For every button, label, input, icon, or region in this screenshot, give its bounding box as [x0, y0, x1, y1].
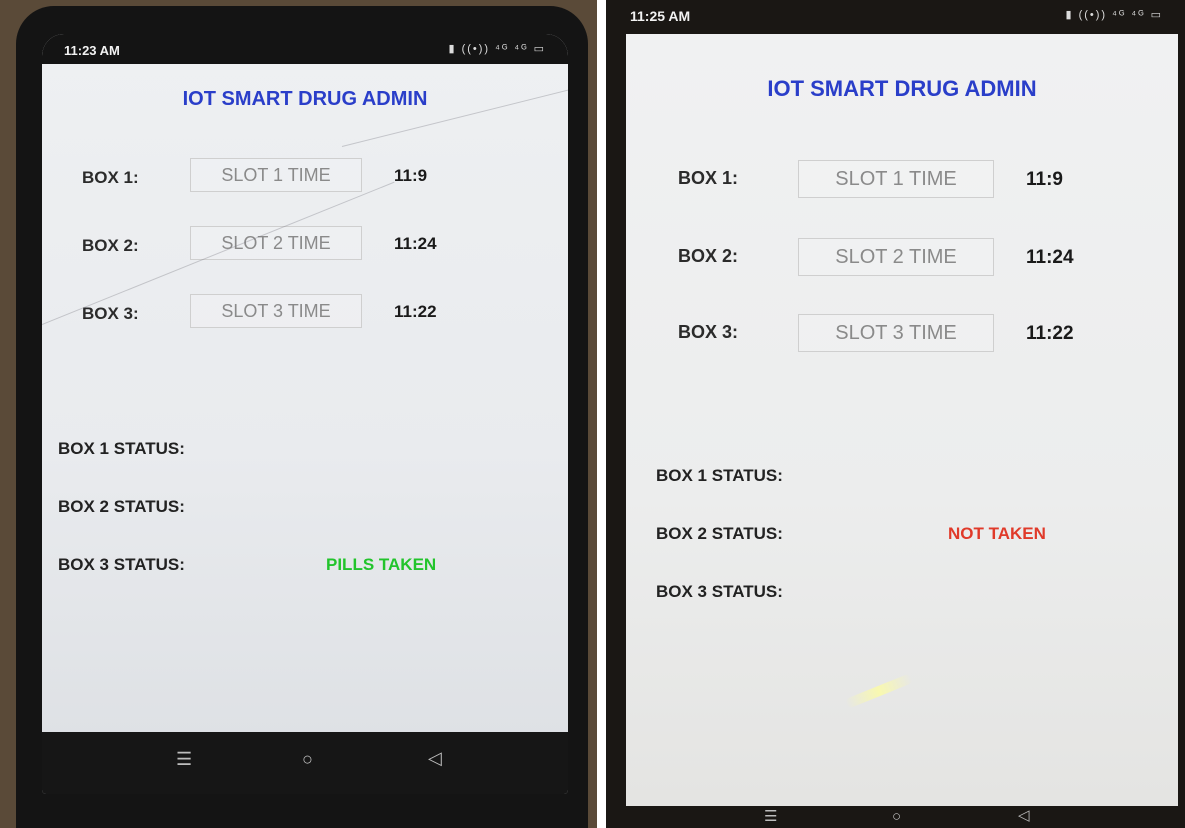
status-icons: ▮ ((•)) ⁴ᴳ ⁴ᴳ ▭ — [448, 43, 546, 55]
phone-photo-right: 11:25 AM ▮ ((•)) ⁴ᴳ ⁴ᴳ ▭ IOT SMART DRUG … — [606, 0, 1185, 828]
box-row-3: BOX 3: SLOT 3 TIME 11:22 — [626, 314, 1178, 354]
phone-frame: 11:23 AM ▮ ((•)) ⁴ᴳ ⁴ᴳ ▭ IOT SMART DRUG … — [16, 6, 588, 828]
status-value: NOT TAKEN — [948, 524, 1046, 543]
box-2-status-row: BOX 2 STATUS: NOT TAKEN — [626, 524, 1178, 554]
nav-bar: ☰ ○ ◁ — [606, 806, 1185, 828]
menu-icon[interactable]: ☰ — [176, 750, 192, 768]
box-row-1: BOX 1: SLOT 1 TIME 11:9 — [626, 160, 1178, 200]
app-screen: 11:23 AM ▮ ((•)) ⁴ᴳ ⁴ᴳ ▭ IOT SMART DRUG … — [42, 34, 568, 794]
slot-2-time-input[interactable]: SLOT 2 TIME — [190, 226, 362, 260]
back-icon[interactable]: ◁ — [428, 749, 442, 767]
status-time: 11:25 AM — [630, 8, 691, 24]
box-row-2: BOX 2: SLOT 2 TIME 11:24 — [42, 226, 568, 266]
status-label: BOX 2 STATUS: — [656, 524, 783, 543]
box-row-3: BOX 3: SLOT 3 TIME 11:22 — [42, 294, 568, 334]
box-row-1: BOX 1: SLOT 1 TIME 11:9 — [42, 158, 568, 198]
box-1-status-row: BOX 1 STATUS: — [42, 439, 568, 469]
light-reflection — [844, 673, 914, 709]
back-icon[interactable]: ◁ — [1018, 808, 1030, 823]
box-time: 11:9 — [394, 166, 428, 185]
status-value: PILLS TAKEN — [326, 555, 437, 574]
box-label: BOX 2: — [678, 246, 739, 266]
box-time: 11:22 — [1026, 323, 1074, 344]
box-time: 11:9 — [1026, 169, 1063, 190]
slot-1-time-input[interactable]: SLOT 1 TIME — [798, 160, 994, 198]
box-2-status-row: BOX 2 STATUS: — [42, 497, 568, 527]
menu-icon[interactable]: ☰ — [764, 809, 777, 824]
slot-1-time-input[interactable]: SLOT 1 TIME — [190, 158, 362, 192]
box-row-2: BOX 2: SLOT 2 TIME 11:24 — [626, 238, 1178, 278]
home-icon[interactable]: ○ — [892, 809, 901, 824]
box-time: 11:24 — [1026, 247, 1074, 268]
box-3-status-row: BOX 3 STATUS: PILLS TAKEN — [42, 555, 568, 585]
nav-bar: ☰ ○ ◁ — [42, 732, 568, 794]
status-label: BOX 2 STATUS: — [58, 497, 185, 516]
status-label: BOX 1 STATUS: — [58, 439, 185, 458]
box-3-status-row: BOX 3 STATUS: — [626, 582, 1178, 612]
box-label: BOX 1: — [82, 168, 139, 187]
slot-2-time-input[interactable]: SLOT 2 TIME — [798, 238, 994, 276]
status-label: BOX 1 STATUS: — [656, 466, 783, 485]
box-1-status-row: BOX 1 STATUS: — [626, 466, 1178, 496]
status-label: BOX 3 STATUS: — [58, 555, 185, 574]
status-icons: ▮ ((•)) ⁴ᴳ ⁴ᴳ ▭ — [1065, 9, 1163, 21]
status-bar: 11:25 AM ▮ ((•)) ⁴ᴳ ⁴ᴳ ▭ — [606, 0, 1185, 34]
app-title: IOT SMART DRUG ADMIN — [182, 88, 428, 110]
box-label: BOX 1: — [678, 168, 739, 188]
phone-photo-left: 11:23 AM ▮ ((•)) ⁴ᴳ ⁴ᴳ ▭ IOT SMART DRUG … — [0, 0, 597, 828]
app-title: IOT SMART DRUG ADMIN — [767, 76, 1037, 101]
box-time: 11:24 — [394, 234, 437, 253]
status-label: BOX 3 STATUS: — [656, 582, 783, 601]
box-time: 11:22 — [394, 302, 437, 321]
home-icon[interactable]: ○ — [302, 750, 313, 768]
slot-3-time-input[interactable]: SLOT 3 TIME — [798, 314, 994, 352]
slot-3-time-input[interactable]: SLOT 3 TIME — [190, 294, 362, 328]
status-time: 11:23 AM — [64, 43, 120, 58]
box-label: BOX 3: — [82, 304, 139, 323]
status-bar: 11:23 AM ▮ ((•)) ⁴ᴳ ⁴ᴳ ▭ — [42, 34, 568, 64]
app-screen: IOT SMART DRUG ADMIN BOX 1: SLOT 1 TIME … — [626, 34, 1178, 806]
box-label: BOX 2: — [82, 236, 139, 255]
box-label: BOX 3: — [678, 322, 739, 342]
phone-frame: 11:25 AM ▮ ((•)) ⁴ᴳ ⁴ᴳ ▭ IOT SMART DRUG … — [606, 0, 1185, 828]
